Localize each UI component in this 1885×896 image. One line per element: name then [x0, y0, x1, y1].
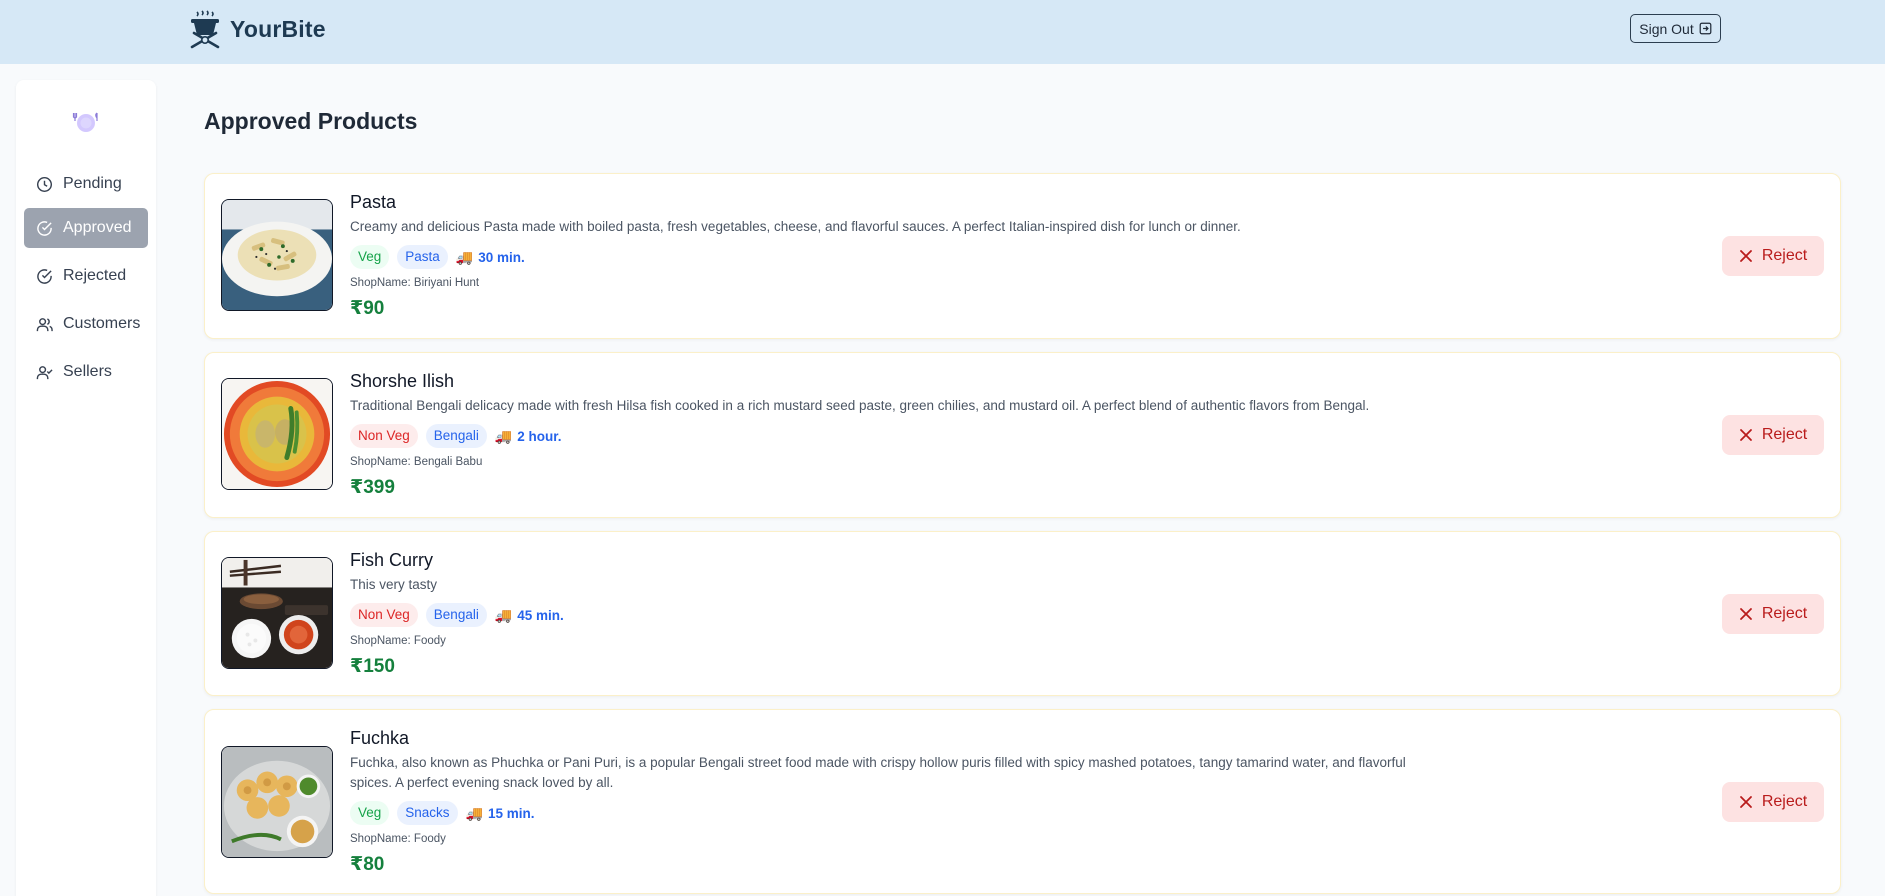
product-tags: Veg Snacks 🚚 15 min.: [350, 801, 1620, 825]
sidebar-item-customers[interactable]: Customers: [24, 304, 148, 344]
product-name: Pasta: [350, 192, 397, 212]
shop-name: ShopName: Bengali Babu: [350, 456, 483, 468]
product-image: [221, 746, 333, 858]
sign-out-icon: [1699, 22, 1712, 35]
product-info: Pasta Creamy and delicious Pasta made wi…: [350, 190, 1620, 321]
clock-icon: [36, 176, 53, 192]
product-card: Shorshe Ilish Traditional Bengali delica…: [204, 352, 1841, 518]
product-price: ₹80: [350, 854, 385, 875]
reject-button[interactable]: Reject: [1722, 236, 1824, 276]
reject-button[interactable]: Reject: [1722, 415, 1824, 455]
top-header: YourBite Sign Out: [0, 0, 1885, 64]
users-icon: [36, 317, 53, 331]
reject-button[interactable]: Reject: [1722, 594, 1824, 634]
sidebar-item-pending[interactable]: Pending: [24, 164, 148, 204]
product-name: Shorshe Ilish: [350, 371, 455, 391]
category-badge: Bengali: [425, 603, 487, 627]
delivery-time: 🚚 30 min.: [456, 249, 525, 266]
sidebar-item-sellers[interactable]: Sellers: [24, 352, 148, 392]
shop-name: ShopName: Foody: [350, 635, 446, 647]
close-icon: [1739, 429, 1752, 441]
reject-label: Reject: [1761, 247, 1808, 264]
shop-name: ShopName: Foody: [350, 833, 446, 845]
category-badge: Snacks: [397, 801, 458, 825]
sign-out-button[interactable]: Sign Out: [1630, 14, 1721, 43]
product-image: [221, 199, 333, 311]
product-info: Shorshe Ilish Traditional Bengali delica…: [350, 369, 1620, 500]
product-tags: Veg Pasta 🚚 30 min.: [350, 245, 1620, 269]
truck-icon: 🚚: [465, 804, 483, 821]
product-price: ₹90: [350, 298, 385, 319]
user-check-icon: [36, 365, 53, 379]
product-info: Fuchka Fuchka, also known as Phuchka or …: [350, 726, 1620, 877]
diet-badge: Non Veg: [350, 603, 418, 627]
product-description: Creamy and delicious Pasta made with boi…: [350, 219, 1241, 234]
reject-button[interactable]: Reject: [1722, 782, 1824, 822]
diet-badge: Veg: [350, 245, 390, 269]
check-circle-icon: [37, 220, 52, 236]
brand-name: YourBite: [230, 15, 326, 42]
sidebar-item-approved[interactable]: Approved: [24, 208, 148, 248]
truck-icon: 🚚: [494, 427, 513, 444]
delivery-time: 🚚 45 min.: [495, 607, 564, 624]
product-card: Pasta Creamy and delicious Pasta made wi…: [204, 173, 1841, 339]
delivery-time: 🚚 2 hour.: [495, 428, 562, 445]
diet-badge: Veg: [350, 801, 390, 825]
product-image: [221, 378, 333, 490]
sidebar: Pending Approved Rejected Customers Sell…: [16, 80, 156, 896]
product-name: Fish Curry: [350, 550, 434, 570]
reject-label: Reject: [1761, 605, 1808, 622]
truck-icon: 🚚: [494, 606, 513, 623]
sidebar-item-rejected[interactable]: Rejected: [24, 256, 148, 296]
sidebar-item-label: Rejected: [63, 267, 127, 284]
product-card: Fuchka Fuchka, also known as Phuchka or …: [204, 709, 1841, 894]
product-description: Traditional Bengali delicacy made with f…: [350, 398, 1370, 413]
truck-icon: 🚚: [455, 248, 474, 265]
product-price: ₹150: [350, 656, 395, 677]
check-circle-icon: [37, 268, 52, 284]
fuchka-image: [222, 747, 332, 857]
fish-curry-image: [222, 558, 332, 668]
sidebar-item-label: Pending: [63, 175, 122, 192]
delivery-time-value: 45 min.: [517, 607, 564, 623]
product-image: [221, 557, 333, 669]
chef-grill-logo: [190, 10, 220, 49]
delivery-time-value: 30 min.: [478, 249, 525, 265]
sidebar-item-label: Approved: [63, 219, 132, 236]
sidebar-item-label: Sellers: [63, 363, 112, 380]
reject-label: Reject: [1761, 426, 1808, 443]
delivery-time: 🚚 15 min.: [466, 805, 535, 822]
pasta-image: [222, 200, 332, 310]
category-badge: Pasta: [397, 245, 448, 269]
brand[interactable]: YourBite: [188, 9, 326, 49]
product-price: ₹399: [350, 477, 395, 498]
close-icon: [1739, 796, 1752, 808]
product-tags: Non Veg Bengali 🚚 2 hour.: [350, 424, 1620, 448]
reject-label: Reject: [1761, 793, 1808, 810]
shorshe-ilish-image: [222, 379, 332, 489]
delivery-time-value: 15 min.: [488, 805, 535, 821]
page-title: Approved Products: [204, 108, 418, 134]
product-description: This very tasty: [350, 577, 438, 592]
product-name: Fuchka: [350, 728, 410, 748]
plate-icon: [72, 112, 98, 132]
shop-name: ShopName: Biriyani Hunt: [350, 277, 480, 289]
sidebar-item-label: Customers: [63, 315, 141, 332]
sign-out-label: Sign Out: [1639, 20, 1694, 37]
close-icon: [1739, 250, 1752, 262]
close-icon: [1739, 608, 1752, 620]
product-info: Fish Curry This very tasty Non Veg Benga…: [350, 548, 1620, 679]
delivery-time-value: 2 hour.: [517, 428, 562, 444]
product-description: Fuchka, also known as Phuchka or Pani Pu…: [350, 755, 1406, 790]
product-tags: Non Veg Bengali 🚚 45 min.: [350, 603, 1620, 627]
product-card: Fish Curry This very tasty Non Veg Benga…: [204, 531, 1841, 696]
category-badge: Bengali: [425, 424, 487, 448]
diet-badge: Non Veg: [350, 424, 418, 448]
